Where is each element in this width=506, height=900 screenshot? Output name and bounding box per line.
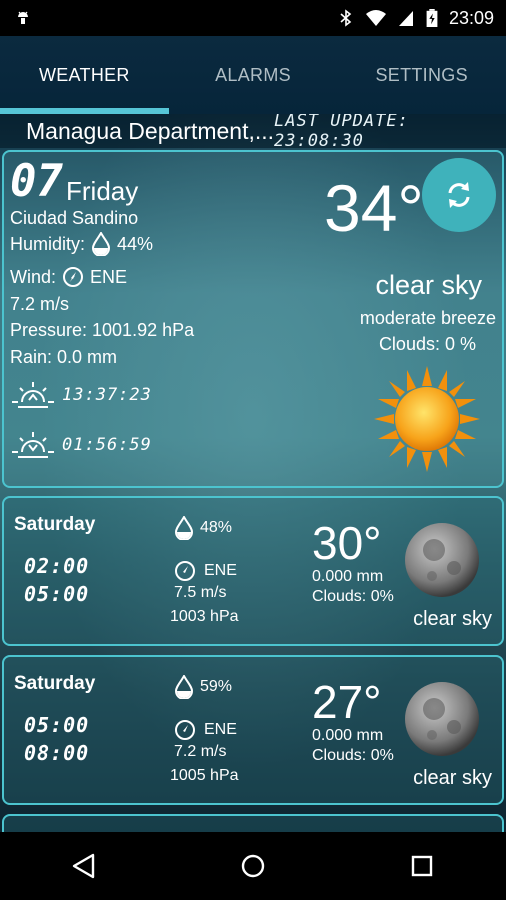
tab-bar: WEATHER ALARMS SETTINGS: [0, 36, 506, 114]
forecast-wind: ENE: [174, 719, 237, 741]
moon-icon: [405, 523, 479, 597]
wind-speed: 7.2 m/s: [10, 294, 70, 314]
pressure: Pressure: 1001.92 hPa: [10, 320, 195, 340]
forecast-wind: ENE: [174, 560, 237, 582]
forecast-clouds: Clouds: 0%: [312, 747, 394, 764]
humidity-value: 44%: [117, 233, 154, 254]
forecast-temperature: 27°: [312, 676, 382, 728]
status-bar: 23:09: [0, 0, 506, 36]
forecast-card[interactable]: Saturday 05:00 08:00 59% ENE 7.2 m/s 100…: [2, 655, 504, 805]
forecast-time-to: 05:00: [24, 582, 90, 606]
location-name[interactable]: Managua Department,...: [26, 118, 274, 145]
forecast-humidity: 59%: [174, 675, 232, 699]
forecast-time-from: 05:00: [24, 713, 90, 737]
rain: Rain: 0.0 mm: [10, 347, 118, 367]
forecast-card-partial[interactable]: [2, 814, 504, 832]
wifi-icon: [365, 10, 386, 26]
day-number: 07: [10, 156, 63, 207]
sunset-row: 01:56:59: [10, 428, 152, 462]
forecast-pressure: 1005 hPa: [170, 767, 239, 784]
status-time: 23:09: [448, 7, 494, 28]
forecast-humidity-value: 59%: [200, 678, 233, 695]
tab-alarms[interactable]: ALARMS: [169, 36, 338, 114]
humidity-drop-icon: [174, 516, 194, 540]
forecast-card[interactable]: Saturday 02:00 05:00 48% ENE 7.5 m/s 100…: [2, 496, 504, 646]
forecast-rain: 0.000 mm: [312, 568, 384, 585]
wind-row: Wind: ENE: [10, 266, 127, 288]
tab-weather[interactable]: WEATHER: [0, 36, 169, 114]
navigation-bar: [0, 832, 506, 900]
forecast-day: Saturday: [14, 673, 96, 694]
forecast-humidity-value: 48%: [200, 519, 233, 536]
forecast-wind-speed: 7.5 m/s: [174, 584, 227, 601]
back-button[interactable]: [54, 836, 114, 896]
wind-compass-icon: [175, 720, 195, 740]
current-weather-card: 07 Friday Ciudad Sandino Humidity: 44% W…: [2, 150, 504, 488]
forecast-pressure: 1003 hPa: [170, 608, 239, 625]
sunset-time: 01:56:59: [62, 435, 152, 455]
city-name: Ciudad Sandino: [10, 208, 139, 228]
humidity-row: Humidity: 44%: [10, 232, 153, 256]
day-name: Friday: [66, 176, 139, 206]
sunrise-row: 13:37:23: [10, 378, 152, 412]
home-button[interactable]: [223, 836, 283, 896]
humidity-drop-icon: [174, 675, 194, 699]
forecast-time-to: 08:00: [24, 741, 90, 765]
refresh-icon: [448, 182, 470, 208]
wind-compass-icon: [175, 561, 195, 581]
last-update: LAST UPDATE: 23:08:30: [274, 114, 409, 151]
cell-signal-icon: [398, 11, 413, 26]
forecast-time-from: 02:00: [24, 554, 90, 578]
forecast-clouds: Clouds: 0%: [312, 588, 394, 605]
wind-description: moderate breeze: [359, 308, 496, 328]
moon-icon: [405, 682, 479, 756]
wind-label: Wind:: [10, 266, 57, 287]
recents-button[interactable]: [392, 836, 452, 896]
current-clouds: Clouds: 0 %: [378, 334, 476, 354]
forecast-wind-speed: 7.2 m/s: [174, 743, 227, 760]
forecast-rain: 0.000 mm: [312, 727, 384, 744]
wind-compass-icon: [63, 267, 84, 287]
current-temperature: 34°: [324, 171, 424, 245]
forecast-condition: clear sky: [413, 767, 492, 789]
sunrise-time: 13:37:23: [62, 385, 152, 405]
refresh-button[interactable]: [422, 158, 496, 232]
forecast-condition: clear sky: [413, 608, 492, 630]
forecast-wind-direction: ENE: [204, 721, 237, 738]
android-debug-icon: [18, 11, 28, 24]
app-bar: WEATHER ALARMS SETTINGS: [0, 36, 506, 114]
recents-icon: [411, 855, 432, 877]
location-bar: Managua Department,... LAST UPDATE: 23:0…: [0, 114, 506, 151]
bluetooth-icon: [340, 9, 352, 27]
weather-content[interactable]: Managua Department,... LAST UPDATE: 23:0…: [0, 114, 506, 832]
current-condition: clear sky: [375, 270, 482, 300]
back-icon: [73, 853, 95, 879]
home-icon: [241, 854, 265, 878]
forecast-humidity: 48%: [174, 516, 232, 540]
wind-direction: ENE: [90, 266, 128, 287]
forecast-day: Saturday: [14, 514, 96, 535]
forecast-temperature: 30°: [312, 517, 382, 569]
sun-icon: [374, 366, 480, 472]
forecast-wind-direction: ENE: [204, 562, 237, 579]
humidity-label: Humidity:: [10, 233, 86, 254]
sunset-icon: [12, 432, 54, 458]
sunrise-icon: [12, 382, 54, 408]
humidity-drop-icon: [92, 232, 111, 256]
tab-settings[interactable]: SETTINGS: [337, 36, 506, 114]
battery-icon: [426, 9, 438, 27]
